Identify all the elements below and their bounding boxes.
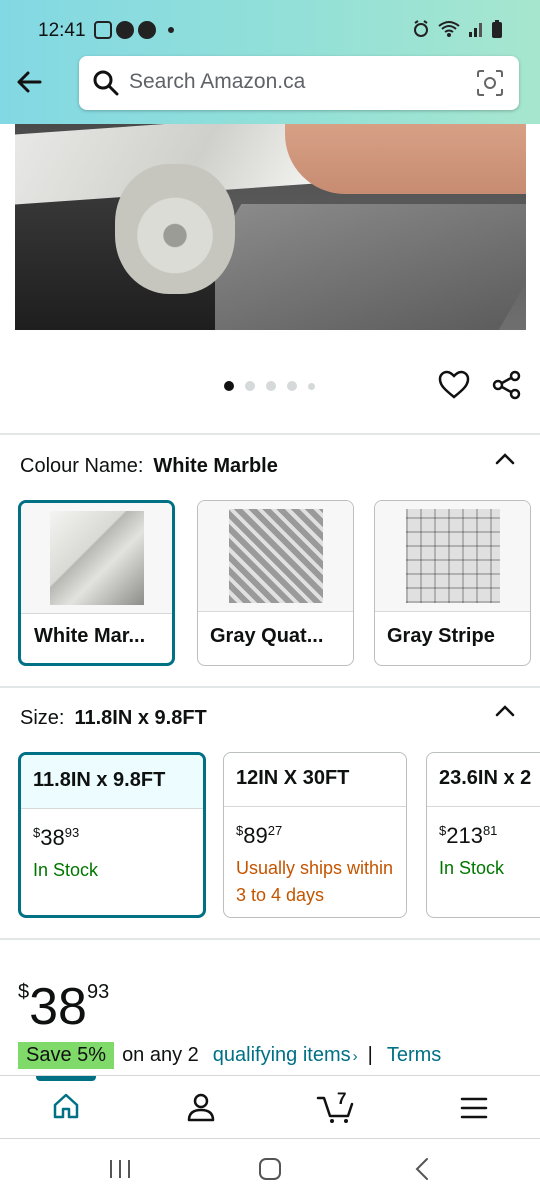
size-option-price: $8927 [236, 823, 283, 848]
size-option-availability: In Stock [439, 858, 505, 878]
menu-icon[interactable] [460, 1096, 488, 1125]
size-option-name: 23.6IN x 2 [427, 753, 540, 807]
search-icon [93, 70, 119, 101]
signal-icon [468, 21, 484, 42]
promo-line: Save 5% on any 2 qualifying items › | Ter… [18, 1042, 441, 1069]
app-notification-icon [116, 21, 134, 39]
terms-link[interactable]: Terms [387, 1044, 441, 1067]
battery-icon [492, 20, 502, 43]
account-icon[interactable] [187, 1092, 215, 1127]
wifi-icon [438, 20, 460, 43]
app-notification-icon-2 [138, 21, 156, 39]
size-option-2[interactable]: 12IN X 30FT $8927 Usually ships within 3… [223, 752, 407, 918]
divider [0, 938, 540, 940]
carousel-dot[interactable] [287, 381, 297, 391]
product-image[interactable] [15, 124, 526, 330]
recents-icon[interactable] [107, 1158, 133, 1185]
carousel-dot[interactable] [224, 381, 234, 391]
colour-selected-value: White Marble [153, 455, 278, 477]
home-icon[interactable] [52, 1092, 80, 1125]
size-option-name: 11.8IN x 9.8FT [21, 755, 203, 809]
save-badge: Save 5% [18, 1042, 115, 1069]
divider [0, 433, 540, 435]
size-option-price: $3893 [33, 825, 80, 850]
status-time: 12:41 [38, 20, 86, 41]
size-option-name: 12IN X 30FT [224, 753, 406, 807]
size-selected-value: 11.8IN x 9.8FT [74, 707, 207, 729]
image-carousel-dots[interactable] [224, 381, 315, 391]
cart-icon[interactable] [316, 1094, 356, 1129]
search-bar[interactable]: Search Amazon.ca [79, 56, 519, 110]
back-arrow-icon[interactable] [14, 66, 46, 98]
share-icon[interactable] [492, 370, 522, 405]
camera-search-icon[interactable] [477, 70, 503, 101]
alarm-icon [412, 20, 430, 43]
promo-text: on any 2 [122, 1044, 199, 1066]
carousel-dot[interactable] [245, 381, 255, 391]
home-button-icon[interactable] [258, 1157, 282, 1186]
collapse-colour-chevron-up-icon[interactable] [494, 448, 516, 475]
app-header: 12:41 Search Amazon.ca [0, 0, 540, 124]
colour-label: Colour Name: White Marble [20, 455, 278, 477]
gallery-notification-icon [94, 21, 112, 39]
colour-option-gray-stripe[interactable]: Gray Stripe [374, 500, 531, 666]
cart-count: 7 [337, 1089, 347, 1108]
white-marble-thumbnail [49, 511, 144, 605]
gray-quatrefoil-thumbnail [228, 509, 323, 603]
back-button-icon[interactable] [412, 1157, 432, 1186]
wishlist-heart-icon[interactable] [438, 370, 470, 405]
carousel-dot[interactable] [308, 382, 315, 390]
gray-stripe-thumbnail [405, 509, 500, 603]
colour-option-gray-quatrefoil[interactable]: Gray Quat... [197, 500, 354, 666]
size-option-availability: In Stock [33, 860, 99, 880]
bottom-nav [0, 1075, 540, 1139]
size-option-3[interactable]: 23.6IN x 2 $21381 In Stock [426, 752, 540, 918]
carousel-dot[interactable] [266, 381, 276, 391]
status-bar: 12:41 [0, 0, 540, 58]
product-price: $3893 [18, 978, 110, 1036]
collapse-size-chevron-up-icon[interactable] [494, 700, 516, 727]
notification-icons [94, 21, 174, 39]
size-option-price: $21381 [439, 823, 498, 848]
more-notifications-icon [168, 27, 174, 33]
separator: | [367, 1044, 373, 1066]
search-input[interactable]: Search Amazon.ca [129, 70, 305, 94]
size-option-availability: Usually ships within 3 to 4 days [236, 858, 394, 905]
qualifying-items-link[interactable]: qualifying items › [213, 1044, 358, 1067]
active-tab-indicator [36, 1076, 96, 1081]
size-option-1[interactable]: 11.8IN x 9.8FT $3893 In Stock [18, 752, 206, 918]
divider [0, 686, 540, 688]
colour-option-white-marble[interactable]: White Mar... [18, 500, 175, 666]
size-label: Size: 11.8IN x 9.8FT [20, 707, 207, 729]
system-nav-bar [0, 1140, 540, 1200]
system-icons [412, 20, 502, 43]
